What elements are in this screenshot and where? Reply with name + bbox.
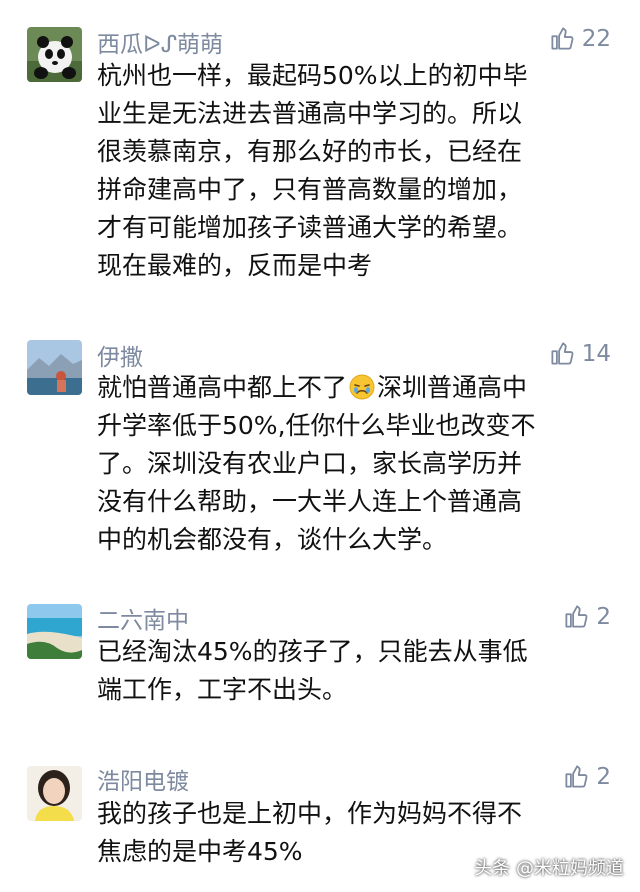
comment-line: 很羡慕南京，有那么好的市长，已经在: [97, 137, 523, 166]
username[interactable]: 西瓜ᐅ⁠ᔑ萌萌: [97, 25, 223, 59]
thumbs-up-icon: [551, 27, 574, 50]
like-count: 22: [581, 25, 611, 52]
like-button[interactable]: 2: [563, 763, 611, 790]
comment-line: 我的孩子也是上初中，作为妈妈不得不: [97, 799, 523, 828]
username[interactable]: 伊撒: [97, 338, 143, 372]
comment-line: 了。深圳没有农业户口，家长高学历并: [97, 449, 523, 478]
comment-line: 拼命建高中了，只有普高数量的增加，: [97, 175, 523, 204]
like-count: 14: [581, 340, 611, 367]
comment-line: 业生是无法进去普通高中学习的。所以: [97, 99, 523, 128]
thumbs-up-icon: [565, 765, 588, 788]
like-button[interactable]: 22: [549, 25, 611, 52]
user-avatar[interactable]: [27, 604, 82, 659]
username[interactable]: 二六南中: [97, 601, 189, 635]
like-count: 2: [596, 603, 611, 630]
like-count: 2: [596, 763, 611, 790]
comment-text: 杭州也一样，最起码50%以上的初中毕 业生是无法进去普通高中学习的。所以 很羡慕…: [97, 57, 607, 285]
comment-line: 杭州也一样，最起码50%以上的初中毕: [97, 61, 528, 90]
user-avatar[interactable]: [27, 27, 82, 82]
like-button[interactable]: 2: [563, 603, 611, 630]
watermark: 头条 @米粒妈频道: [474, 858, 624, 879]
comment-line: 端工作，工字不出头。: [97, 675, 348, 704]
comment-text: 就怕普通高中都上不了 深圳普通高中 升学率低于50%,任你什么毕业也改变不 了。深…: [97, 369, 607, 559]
comment-line: 没有什么帮助，一大半人连上个普通高: [97, 487, 523, 516]
comment-text-segment: 就怕普通高中都上不了: [97, 373, 348, 402]
comment-line: 就怕普通高中都上不了 深圳普通高中: [97, 369, 607, 407]
username[interactable]: 浩阳电镀: [97, 762, 189, 796]
comment-line: 中的机会都没有，谈什么大学。: [97, 525, 448, 554]
thumbs-up-icon: [565, 605, 588, 628]
like-button[interactable]: 14: [549, 340, 611, 367]
comment-line: 升学率低于50%,任你什么毕业也改变不: [97, 411, 536, 440]
comment-line: 现在最难的，反而是中考: [97, 251, 373, 280]
comment-text: 已经淘汰45%的孩子了，只能去从事低 端工作，工字不出头。: [97, 633, 607, 709]
thumbs-up-icon: [551, 342, 574, 365]
comment-text-segment: 深圳普通高中: [377, 373, 528, 402]
landscape-avatar-image: [27, 340, 82, 395]
comment-line: 已经淘汰45%的孩子了，只能去从事低: [97, 637, 528, 666]
panda-avatar-image: [27, 27, 82, 82]
comment-line: 才有可能增加孩子读普通大学的希望。: [97, 213, 523, 242]
crying-face-emoji-icon: [349, 374, 375, 400]
beach-avatar-image: [27, 604, 82, 659]
portrait-avatar-image: [27, 766, 82, 821]
user-avatar[interactable]: [27, 340, 82, 395]
user-avatar[interactable]: [27, 766, 82, 821]
